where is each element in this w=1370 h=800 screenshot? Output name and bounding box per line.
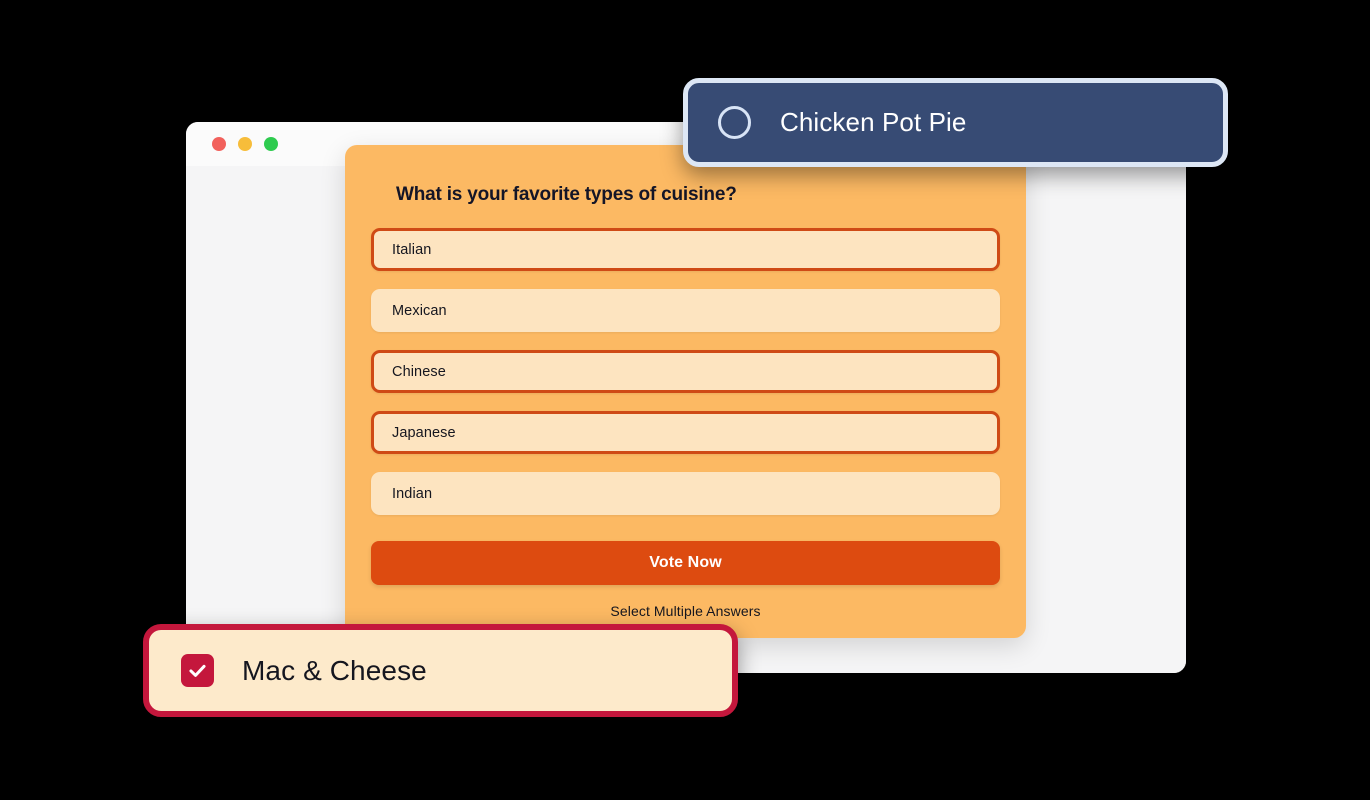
- poll-options-list: Italian Mexican Chinese Japanese Indian: [371, 228, 1000, 515]
- poll-option-label: Indian: [392, 485, 433, 502]
- vote-now-button[interactable]: Vote Now: [371, 541, 1000, 585]
- poll-option-label: Chinese: [392, 363, 446, 380]
- stage: What is your favorite types of cuisine? …: [0, 0, 1370, 800]
- checkbox-checked-icon[interactable]: [181, 654, 214, 687]
- poll-option-chinese[interactable]: Chinese: [371, 350, 1000, 393]
- radio-unchecked-icon[interactable]: [718, 106, 751, 139]
- poll-option-label: Italian: [392, 241, 432, 258]
- select-multiple-answers-hint: Select Multiple Answers: [610, 603, 761, 619]
- window-maximize-button[interactable]: [264, 137, 278, 151]
- window-minimize-button[interactable]: [238, 137, 252, 151]
- floating-option-mac-and-cheese[interactable]: Mac & Cheese: [143, 624, 738, 717]
- floating-option-label: Mac & Cheese: [242, 654, 427, 686]
- poll-card: What is your favorite types of cuisine? …: [345, 145, 1026, 638]
- poll-option-italian[interactable]: Italian: [371, 228, 1000, 271]
- floating-option-chicken-pot-pie[interactable]: Chicken Pot Pie: [683, 78, 1228, 167]
- poll-option-indian[interactable]: Indian: [371, 472, 1000, 515]
- poll-option-mexican[interactable]: Mexican: [371, 289, 1000, 332]
- poll-option-label: Japanese: [392, 424, 456, 441]
- poll-option-japanese[interactable]: Japanese: [371, 411, 1000, 454]
- window-close-button[interactable]: [212, 137, 226, 151]
- poll-question: What is your favorite types of cuisine?: [396, 184, 737, 205]
- floating-option-label: Chicken Pot Pie: [780, 107, 967, 137]
- poll-option-label: Mexican: [392, 302, 447, 319]
